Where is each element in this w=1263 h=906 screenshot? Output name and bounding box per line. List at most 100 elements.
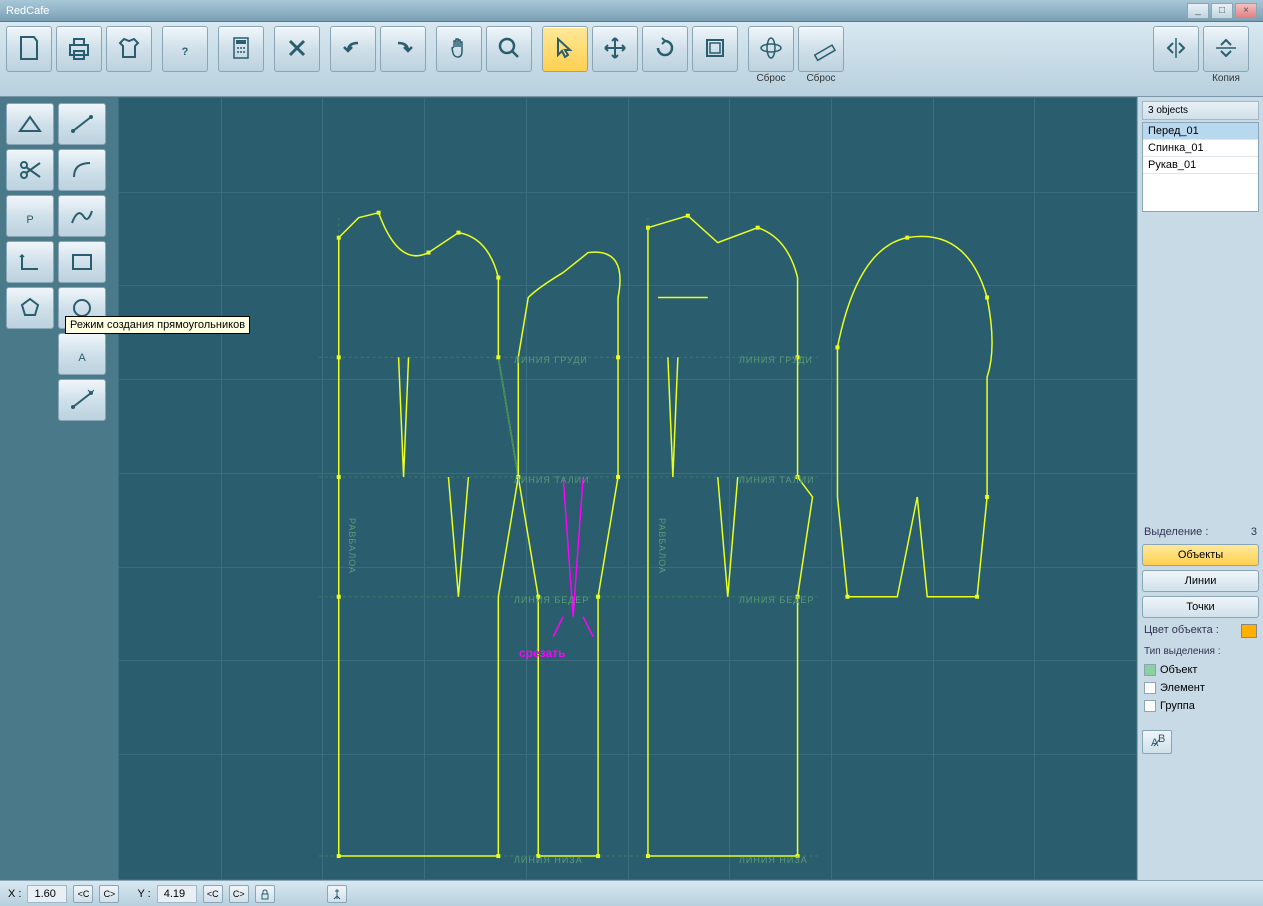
status-y-value: 4.19 xyxy=(157,885,197,903)
reset-rotation-button[interactable] xyxy=(748,26,794,72)
pattern-drawing xyxy=(119,98,1136,879)
redo-icon xyxy=(388,33,418,66)
page-icon xyxy=(14,33,44,66)
status-x-label: X : xyxy=(8,888,21,900)
side-toolbar: P A xyxy=(0,97,118,880)
x-prev-button[interactable]: <C xyxy=(73,885,93,903)
minimize-button[interactable]: _ xyxy=(1187,3,1209,19)
mirror-v-icon xyxy=(1161,33,1191,66)
move-button[interactable] xyxy=(592,26,638,72)
bottom-line-label-2: ЛИНИЯ НИЗА xyxy=(739,855,808,865)
measure-tool[interactable] xyxy=(58,379,106,421)
workspace: P A xyxy=(0,97,1263,880)
printer-icon xyxy=(64,33,94,66)
chest-line-label-2: ЛИНИЯ ГРУДИ xyxy=(739,355,813,365)
mirror-h-button[interactable] xyxy=(1203,26,1249,72)
color-swatch[interactable] xyxy=(1241,624,1257,638)
redo-button[interactable] xyxy=(380,26,426,72)
shape-tool[interactable] xyxy=(6,287,54,329)
selection-row: Выделение : 3 xyxy=(1142,523,1259,541)
scale-icon xyxy=(700,33,730,66)
seltype-group-row[interactable]: Группа xyxy=(1142,698,1259,714)
mirror-h-icon xyxy=(1211,33,1241,66)
rotate-button[interactable] xyxy=(642,26,688,72)
copy-label: Копия xyxy=(1212,73,1240,84)
triangle-tool[interactable] xyxy=(6,103,54,145)
scale-button[interactable] xyxy=(692,26,738,72)
calculator-button[interactable] xyxy=(218,26,264,72)
new-file-button[interactable] xyxy=(6,26,52,72)
magnifier-icon xyxy=(494,33,524,66)
color-label: Цвет объекта : xyxy=(1144,624,1219,638)
snap-button[interactable] xyxy=(327,885,347,903)
calculator-icon xyxy=(226,33,256,66)
y-prev-button[interactable]: <C xyxy=(203,885,223,903)
lines-mode-button[interactable]: Линии xyxy=(1142,570,1259,592)
close-button[interactable]: × xyxy=(1235,3,1257,19)
delete-button[interactable] xyxy=(274,26,320,72)
spline-tool[interactable] xyxy=(58,195,106,237)
balance-label-1: РАВБАЛОА xyxy=(347,518,357,574)
status-x-value: 1.60 xyxy=(27,885,67,903)
undo-icon xyxy=(338,33,368,66)
rotate-icon xyxy=(650,33,680,66)
waist-line-label-2: ЛИНИЯ ТАЛИИ xyxy=(739,475,815,485)
axis-icon xyxy=(756,33,786,66)
objects-mode-button[interactable]: Объекты xyxy=(1142,544,1259,566)
undo-button[interactable] xyxy=(330,26,376,72)
statusbar: X : 1.60 <C C> Y : 4.19 <C C> xyxy=(0,880,1263,906)
pan-button[interactable] xyxy=(436,26,482,72)
list-item[interactable]: Спинка_01 xyxy=(1143,140,1258,157)
rectangle-tool[interactable] xyxy=(58,241,106,283)
reset-scale-button[interactable] xyxy=(798,26,844,72)
tooltip: Режим создания прямоугольников xyxy=(65,316,250,334)
line-tool[interactable] xyxy=(58,103,106,145)
arc-tool[interactable] xyxy=(58,149,106,191)
waist-line-label-1: ЛИНИЯ ТАЛИИ xyxy=(514,475,590,485)
hip-line-label-2: ЛИНИЯ БЕДЕР xyxy=(739,595,814,605)
lock-button[interactable] xyxy=(255,885,275,903)
y-next-button[interactable]: C> xyxy=(229,885,249,903)
zoom-button[interactable] xyxy=(486,26,532,72)
x-next-button[interactable]: C> xyxy=(99,885,119,903)
list-item[interactable]: Перед_01 xyxy=(1143,123,1258,140)
titlebar: RedCafe _ □ × xyxy=(0,0,1263,22)
list-item[interactable]: Рукав_01 xyxy=(1143,157,1258,174)
app-title: RedCafe xyxy=(6,5,49,17)
corner-tool[interactable] xyxy=(6,241,54,283)
checkbox-icon[interactable] xyxy=(1144,664,1156,676)
checkbox-icon[interactable] xyxy=(1144,682,1156,694)
question-icon: ? xyxy=(170,33,200,66)
selection-count: 3 xyxy=(1251,526,1257,538)
print-button[interactable] xyxy=(56,26,102,72)
seltype-object-row[interactable]: Объект xyxy=(1142,662,1259,678)
status-y-label: Y : xyxy=(137,888,150,900)
seltype-label: Тип выделения : xyxy=(1142,643,1259,660)
objects-list[interactable]: Перед_01 Спинка_01 Рукав_01 xyxy=(1142,122,1259,212)
help-button[interactable]: ? xyxy=(162,26,208,72)
select-button[interactable] xyxy=(542,26,588,72)
cursor-icon xyxy=(550,33,580,66)
scissors-tool[interactable] xyxy=(6,149,54,191)
seltype-element-row[interactable]: Элемент xyxy=(1142,680,1259,696)
mirror-v-button[interactable] xyxy=(1153,26,1199,72)
objects-header: 3 objects xyxy=(1142,101,1259,120)
text-tool[interactable]: A xyxy=(58,333,106,375)
hand-icon xyxy=(444,33,474,66)
point-tool[interactable]: P xyxy=(6,195,54,237)
hip-line-label-1: ЛИНИЯ БЕДЕР xyxy=(514,595,589,605)
maximize-button[interactable]: □ xyxy=(1211,3,1233,19)
svg-text:P: P xyxy=(26,214,33,226)
svg-text:A: A xyxy=(78,352,86,364)
bottom-line-label-1: ЛИНИЯ НИЗА xyxy=(514,855,583,865)
x-icon xyxy=(282,33,312,66)
rename-button[interactable]: AB xyxy=(1142,730,1172,754)
reset2-label: Сброс xyxy=(806,73,835,84)
garment-button[interactable] xyxy=(106,26,152,72)
checkbox-icon[interactable] xyxy=(1144,700,1156,712)
color-row: Цвет объекта : xyxy=(1142,621,1259,641)
canvas[interactable]: ЛИНИЯ ГРУДИ ЛИНИЯ ГРУДИ ЛИНИЯ ТАЛИИ ЛИНИ… xyxy=(118,97,1137,880)
main-toolbar: ? Сброс Сброс Копия xyxy=(0,22,1263,97)
selection-label: Выделение : xyxy=(1144,526,1208,538)
points-mode-button[interactable]: Точки xyxy=(1142,596,1259,618)
